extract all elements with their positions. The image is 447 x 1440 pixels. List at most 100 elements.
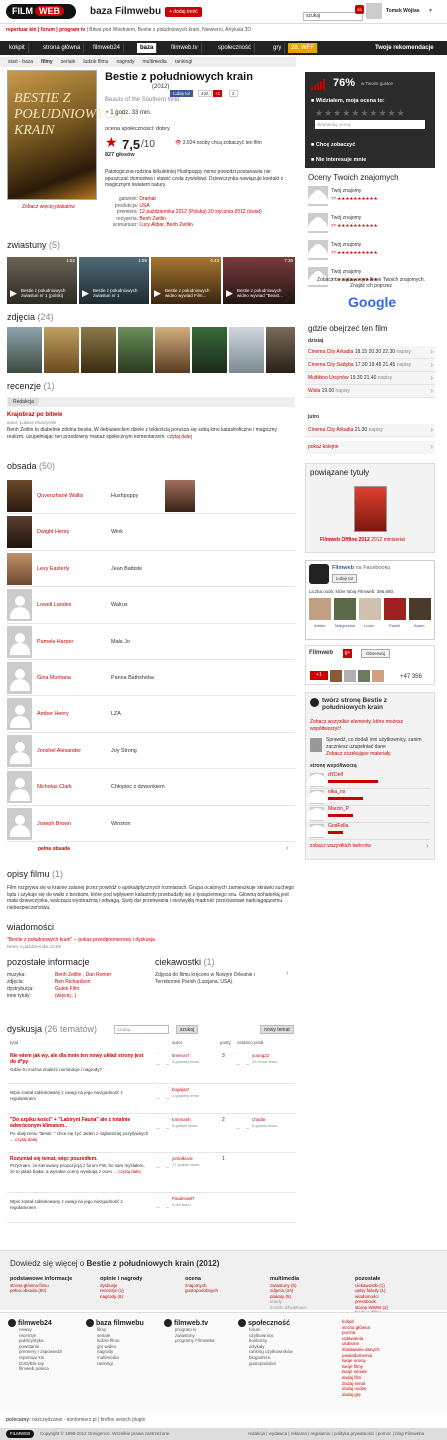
gplus-page-name[interactable]: Filmweb xyxy=(309,650,333,656)
trailer-thumb[interactable]: 7:36 ▶ Bestie z południowych wideo wywiad … xyxy=(223,257,295,304)
cinema-link[interactable]: Multikino Ursynów xyxy=(308,375,349,381)
related-item-link[interactable]: Filmweb Offline 2012 xyxy=(320,537,370,543)
nav-rekomendacje[interactable]: Twoje rekomendacje xyxy=(372,43,437,53)
actor-placeholder-icon[interactable] xyxy=(7,661,32,694)
not-interested-option[interactable]: ■ Nie interesuje mnie xyxy=(311,157,366,163)
actor-name[interactable]: Quvenzhané Wallis xyxy=(37,493,83,499)
fb-like-button[interactable]: Lubię to! xyxy=(332,574,358,583)
country-link[interactable]: USA xyxy=(139,203,149,209)
actor-photo[interactable] xyxy=(7,480,32,512)
topic-author[interactable]: bogajarz xyxy=(172,1087,189,1092)
more-link[interactable]: nagrody (6) xyxy=(100,1294,180,1300)
role-photo[interactable] xyxy=(165,480,195,512)
photo-thumb[interactable] xyxy=(266,327,295,373)
crumb-start[interactable]: start - baza xyxy=(8,59,33,65)
footer-link[interactable]: rankingi xyxy=(97,1361,156,1367)
all-elements-link[interactable]: Zobacz wszystkie elementy, które możesz … xyxy=(310,719,430,732)
actor-name[interactable]: Nicholas Clark xyxy=(37,784,72,790)
more-showtimes-row[interactable]: pokaż kolejne › xyxy=(305,441,435,454)
nav-strona-glowna[interactable]: strona główna xyxy=(40,43,85,53)
actor-name[interactable]: Pamela Harper xyxy=(37,639,73,645)
avatar[interactable] xyxy=(153,1155,173,1169)
actor-placeholder-icon[interactable] xyxy=(7,698,32,731)
footer-link[interactable]: gustopodobni xyxy=(249,1361,328,1367)
topic-author[interactable]: timeron7 xyxy=(172,1053,190,1058)
nav-wff[interactable]: 28. WFF xyxy=(288,43,319,53)
cinema-link[interactable]: Cinema City Arkadia xyxy=(308,427,353,433)
avatar[interactable] xyxy=(233,1116,253,1130)
film-poster[interactable]: BESTIE Z POŁUDNIOWYCH KRAIN xyxy=(7,70,124,200)
avatar[interactable] xyxy=(366,3,382,19)
actor-placeholder-icon[interactable] xyxy=(7,625,32,658)
info-value[interactable]: Ben Richardson xyxy=(55,979,91,985)
review-more-link[interactable]: czytaj dalej xyxy=(167,434,192,440)
topic-author[interactable]: tommash xyxy=(172,1117,191,1122)
read-more-link[interactable]: czytaj dalej xyxy=(15,1137,37,1142)
fan-photo[interactable] xyxy=(359,598,381,620)
nav-filmweb-tv[interactable]: filmweb.tv xyxy=(168,43,202,53)
all-contributors-link[interactable]: zobacz wszystkich twórców xyxy=(310,843,371,849)
contributor-name[interactable]: GodFella xyxy=(328,823,348,829)
new-topic-button[interactable]: nowy temat xyxy=(260,1025,294,1034)
fan-name[interactable]: Adam xyxy=(414,623,424,628)
footer-link[interactable]: filmweb poleca xyxy=(19,1366,78,1372)
trailer-title[interactable]: Bestie z południowych zwiastun nr 1 (pol… xyxy=(21,288,75,298)
actor-placeholder-icon[interactable] xyxy=(7,807,32,840)
footer-heading[interactable]: filmweb24 xyxy=(18,1320,52,1327)
related-caption[interactable]: Filmweb Offline 2012 2012 miniserial xyxy=(320,537,405,543)
fan-name[interactable]: Paweł xyxy=(389,623,400,628)
last-poster[interactable]: chödör xyxy=(252,1117,266,1122)
topic-author[interactable]: jomalkovic xyxy=(172,1156,193,1161)
photo-thumb[interactable] xyxy=(118,327,153,373)
chevron-down-icon[interactable]: ▼ xyxy=(428,8,433,14)
writer-link[interactable]: Lucy Alibar, Benh Zeitlin xyxy=(139,222,192,228)
avatar[interactable] xyxy=(307,790,327,804)
footer-link[interactable]: dodaj grę xyxy=(342,1392,437,1398)
filmweb-fb-avatar[interactable] xyxy=(309,564,329,584)
nav-gry[interactable]: gry xyxy=(270,43,286,53)
follower-photo[interactable] xyxy=(344,670,356,682)
actor-name[interactable]: Dwight Henry xyxy=(37,529,69,535)
gplus-button[interactable]: +1 xyxy=(213,90,223,97)
crumb-filmy[interactable]: filmy xyxy=(41,59,53,65)
sub-links[interactable]: repertuar kin | forum | program tv xyxy=(6,27,85,33)
chevron-right-icon[interactable]: › xyxy=(430,373,433,382)
chevron-right-icon[interactable]: › xyxy=(430,425,433,434)
cinema-link[interactable]: Cinema City Arkadia xyxy=(308,349,353,355)
avatar[interactable] xyxy=(307,773,327,787)
fan-photo[interactable] xyxy=(334,598,356,620)
topic-author[interactable]: Paulinna97 xyxy=(172,1196,195,1201)
fan-photo[interactable] xyxy=(384,598,406,620)
rating-comment-input[interactable]: skomentuj ocenę xyxy=(315,120,425,129)
avatar[interactable] xyxy=(153,1195,173,1209)
forum-search-input[interactable]: szukaj... xyxy=(114,1025,169,1034)
notification-badge[interactable]: 55 xyxy=(355,5,364,14)
topic-title[interactable]: "Do szpiku kości" + "Labirynt Fauna" ale… xyxy=(10,1117,150,1129)
cinema-link[interactable]: Cinema City Sadyba xyxy=(308,362,354,368)
fan-photo[interactable] xyxy=(409,598,431,620)
forum-search-button[interactable]: szukaj xyxy=(176,1025,198,1034)
rating-stars-input[interactable]: ★★★★★★★★★★ xyxy=(315,108,406,119)
news-ticker[interactable]: | Bitwa pod Wiedniem, Bestie z południow… xyxy=(87,27,251,33)
actor-photo[interactable] xyxy=(7,516,32,549)
tab-redakcja[interactable]: Redakcja xyxy=(8,398,39,406)
search-input[interactable]: szukaj xyxy=(303,12,363,21)
actor-placeholder-icon[interactable] xyxy=(7,734,32,767)
footer-links[interactable]: redakcja | wydawca | reklama | regulamin… xyxy=(248,1431,424,1436)
nav-filmweb24[interactable]: filmweb24 xyxy=(90,43,125,53)
actor-placeholder-icon[interactable] xyxy=(7,771,32,804)
actor-placeholder-icon[interactable] xyxy=(7,589,32,622)
contributor-name[interactable]: dYDelf xyxy=(328,772,343,778)
actor-name[interactable]: Gina Montana xyxy=(37,675,71,681)
news-item-link[interactable]: "Bestie z południowych krain" -- pokaz p… xyxy=(7,937,155,943)
crumb-nagrody[interactable]: nagrody xyxy=(116,59,134,65)
actor-name[interactable]: Joseph Brown xyxy=(37,821,71,827)
review-title[interactable]: Krajobraz po bitwie xyxy=(7,412,62,418)
trailer-title[interactable]: Bestie z południowych zwiastun nr 1 xyxy=(93,288,147,298)
avatar[interactable] xyxy=(307,824,327,838)
info-value[interactable]: Gutek Film xyxy=(55,986,79,992)
photo-thumb[interactable] xyxy=(192,327,227,373)
contributor-name[interactable]: nika_ns xyxy=(328,789,345,795)
avatar[interactable] xyxy=(153,1086,173,1100)
fan-name[interactable]: Lucia xyxy=(364,623,374,628)
